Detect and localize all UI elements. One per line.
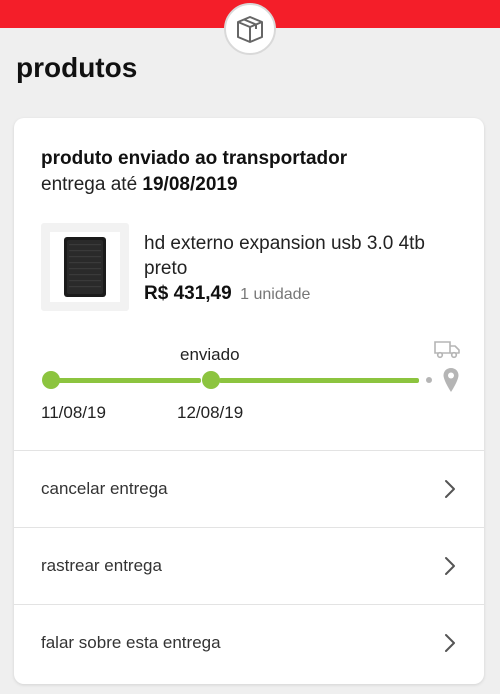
delivery-estimate: entrega até 19/08/2019 — [41, 174, 238, 196]
action-label: cancelar entrega — [41, 479, 168, 498]
chevron-right-icon — [445, 634, 455, 652]
page-title: produtos — [16, 52, 138, 83]
track-delivery-button[interactable]: rastrear entrega — [14, 528, 484, 604]
action-label: rastrear entrega — [41, 556, 162, 575]
chevron-right-icon — [445, 480, 455, 498]
progress-line-segment — [51, 378, 201, 383]
product-name[interactable]: hd externo expansion usb 3.0 4tb preto — [144, 231, 454, 281]
step-date: 11/08/19 — [41, 403, 106, 422]
cancel-delivery-button[interactable]: cancelar entrega — [14, 451, 484, 527]
product-thumbnail[interactable] — [41, 223, 129, 311]
truck-icon — [433, 339, 461, 364]
progress-step-dot — [202, 371, 220, 389]
package-box-icon — [224, 3, 276, 55]
product-price: R$ 431,49 — [144, 283, 232, 304]
location-pin-icon — [442, 367, 460, 398]
action-label: falar sobre esta entrega — [41, 633, 221, 652]
product-quantity: 1 unidade — [240, 286, 311, 303]
contact-about-delivery-button[interactable]: falar sobre esta entrega — [14, 605, 484, 681]
delivery-prefix: entrega até — [41, 174, 138, 195]
tracking-current-step: enviado — [180, 345, 240, 364]
pending-step-dot — [426, 377, 432, 383]
shipment-status: produto enviado ao transportador — [41, 148, 348, 169]
order-card: produto enviado ao transportador entrega… — [14, 118, 484, 684]
progress-step-dot — [42, 371, 60, 389]
delivery-date: 19/08/2019 — [142, 174, 238, 195]
price-line: R$ 431,49 1 unidade — [144, 283, 310, 305]
progress-line-segment — [219, 378, 419, 383]
chevron-right-icon — [445, 557, 455, 575]
step-date: 12/08/19 — [177, 403, 244, 422]
